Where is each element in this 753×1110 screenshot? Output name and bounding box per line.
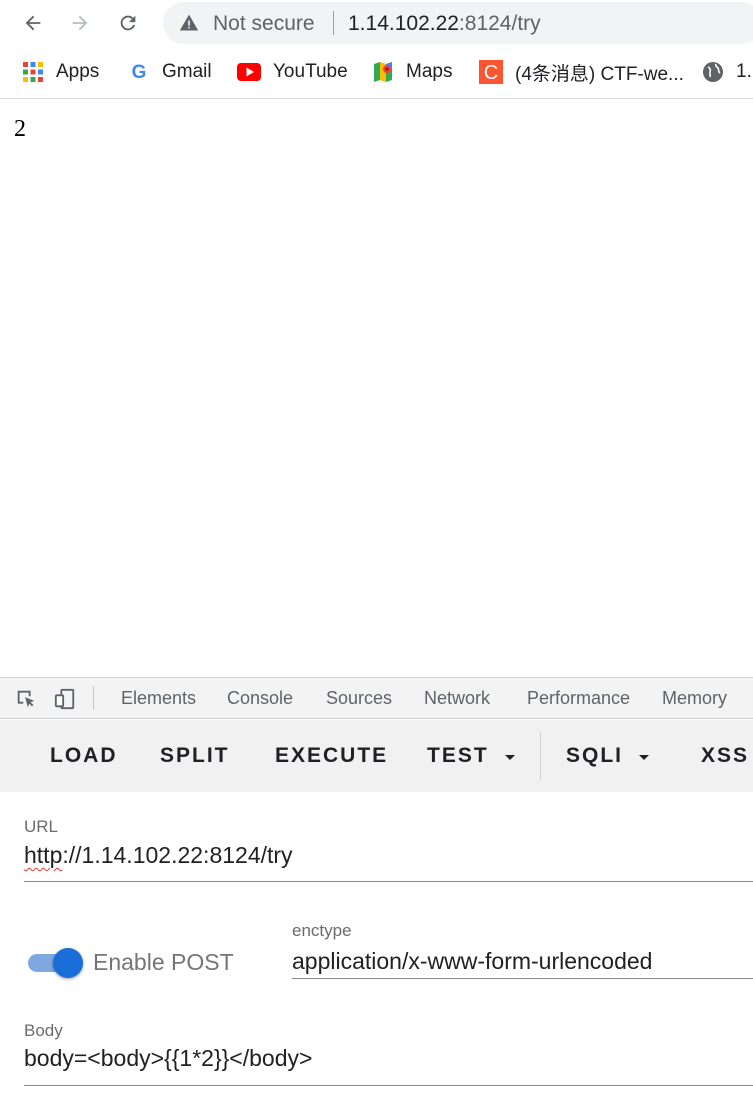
bookmarks-bar: Apps G Gmail YouTube Maps C (4条消息) CTF-w… xyxy=(0,50,753,92)
hackbar-toolbar: LOAD SPLIT EXECUTE TEST SQLI XSS xyxy=(0,720,753,792)
csdn-icon: C xyxy=(479,60,503,84)
load-button[interactable]: LOAD xyxy=(50,744,118,768)
google-g-icon: G xyxy=(128,61,150,83)
toggle-thumb xyxy=(53,948,83,978)
tab-sources[interactable]: Sources xyxy=(326,688,392,709)
url-host: 1.14.102.22 xyxy=(348,12,459,35)
enctype-select[interactable]: application/x-www-form-urlencoded xyxy=(292,948,652,975)
tab-console[interactable]: Console xyxy=(227,688,293,709)
bookmark-maps[interactable]: Maps xyxy=(372,59,452,85)
inspect-element-button[interactable] xyxy=(13,686,39,712)
test-dropdown-icon[interactable] xyxy=(505,755,515,760)
url-field-label: URL xyxy=(24,817,59,836)
bookmark-csdn[interactable]: C (4条消息) CTF-we... xyxy=(479,59,684,85)
split-button[interactable]: SPLIT xyxy=(160,744,230,768)
xss-menu-button[interactable]: XSS xyxy=(701,744,749,768)
bookmark-label: (4条消息) CTF-we... xyxy=(515,63,684,85)
bookmark-label: 1. xyxy=(736,61,752,82)
tab-network[interactable]: Network xyxy=(424,688,490,709)
sqli-dropdown-icon[interactable] xyxy=(639,755,649,760)
back-button[interactable] xyxy=(17,7,49,39)
arrow-right-icon xyxy=(72,15,88,31)
execute-button[interactable]: EXECUTE xyxy=(275,744,388,768)
url-scheme: http xyxy=(24,842,63,868)
address-url[interactable]: 1.14.102.22:8124/try xyxy=(348,12,541,36)
page-output-text: 2 xyxy=(14,116,26,142)
bookmark-label: Gmail xyxy=(162,61,212,82)
devtools-separator xyxy=(93,686,94,710)
chrome-divider xyxy=(0,98,753,99)
bookmark-label: Apps xyxy=(56,61,100,82)
reload-button[interactable] xyxy=(112,7,144,39)
devtools-tab-bar: Elements Console Sources Network Perform… xyxy=(0,678,753,719)
url-field-underline xyxy=(24,881,753,882)
tab-memory[interactable]: Memory xyxy=(662,688,727,709)
body-field-underline xyxy=(24,1085,753,1086)
bookmark-youtube[interactable]: YouTube xyxy=(237,59,348,85)
enctype-underline xyxy=(292,978,753,979)
bookmark-label: Maps xyxy=(406,61,453,82)
tab-elements[interactable]: Elements xyxy=(121,688,196,709)
enable-post-label[interactable]: Enable POST xyxy=(93,949,234,976)
forward-button[interactable] xyxy=(64,7,96,39)
globe-icon xyxy=(702,61,724,83)
warning-triangle-icon xyxy=(179,14,199,31)
arrow-left-icon xyxy=(25,15,41,31)
bookmark-label: YouTube xyxy=(273,61,348,82)
maps-icon xyxy=(372,61,394,83)
svg-text:G: G xyxy=(132,62,147,83)
body-field-label: Body xyxy=(24,1021,63,1040)
bookmark-apps[interactable]: Apps xyxy=(22,59,99,85)
body-field[interactable]: body=<body>{{1*2}}</body> xyxy=(24,1045,312,1072)
tab-performance[interactable]: Performance xyxy=(527,688,630,709)
browser-toolbar: Not secure 1.14.102.22:8124/try xyxy=(0,0,753,46)
enable-post-toggle[interactable] xyxy=(26,948,84,978)
sqli-menu-button[interactable]: SQLI xyxy=(566,744,623,768)
test-menu-button[interactable]: TEST xyxy=(427,744,489,768)
hackbar-separator xyxy=(540,732,541,780)
youtube-icon xyxy=(237,61,261,83)
reload-icon xyxy=(120,15,136,31)
enctype-label: enctype xyxy=(292,921,352,940)
device-toolbar-button[interactable] xyxy=(52,686,78,712)
bookmark-globe[interactable]: 1. xyxy=(702,59,752,85)
inspect-cursor-icon xyxy=(17,690,35,708)
address-separator xyxy=(333,11,334,35)
svg-text:C: C xyxy=(484,62,498,84)
url-rest: ://1.14.102.22:8124/try xyxy=(62,842,293,868)
url-path: :8124/try xyxy=(458,12,541,35)
bookmark-gmail[interactable]: G Gmail xyxy=(128,59,212,85)
apps-grid-icon xyxy=(22,61,44,83)
address-bar[interactable]: Not secure 1.14.102.22:8124/try xyxy=(163,2,753,44)
url-field[interactable]: http://1.14.102.22:8124/try xyxy=(24,842,293,869)
device-toggle-icon xyxy=(54,688,75,710)
security-label[interactable]: Not secure xyxy=(213,12,315,36)
